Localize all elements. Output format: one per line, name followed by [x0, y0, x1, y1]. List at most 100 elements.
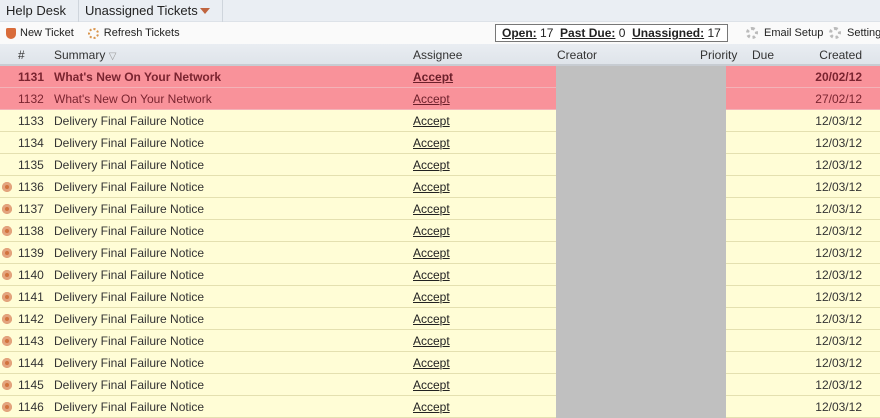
breadcrumb-help-desk[interactable]: Help Desk — [0, 0, 79, 22]
accept-link[interactable]: Accept — [413, 180, 450, 194]
accept-link[interactable]: Accept — [413, 400, 450, 414]
creator-cell — [556, 198, 726, 220]
creator-cell — [556, 264, 726, 286]
accept-link[interactable]: Accept — [413, 202, 450, 216]
status-dot-icon — [2, 402, 12, 412]
table-row[interactable]: 1139 Delivery Final Failure Notice Accept 1… — [0, 242, 880, 264]
accept-link[interactable]: Accept — [413, 312, 450, 326]
creator-cell — [556, 308, 726, 330]
ticket-summary[interactable]: Delivery Final Failure Notice — [54, 264, 204, 286]
creator-cell — [556, 110, 726, 132]
new-ticket-icon — [6, 27, 16, 39]
accept-link[interactable]: Accept — [413, 268, 450, 282]
ticket-summary[interactable]: Delivery Final Failure Notice — [54, 242, 204, 264]
created-date: 12/03/12 — [815, 378, 862, 392]
breadcrumb-label: Help Desk — [6, 2, 66, 18]
ticket-summary[interactable]: Delivery Final Failure Notice — [54, 110, 204, 132]
column-created[interactable]: Created — [819, 44, 862, 66]
creator-cell — [556, 374, 726, 396]
accept-link[interactable]: Accept — [413, 334, 450, 348]
ticket-counts: Open: 17 Past Due: 0 Unassigned: 17 — [495, 24, 728, 42]
table-row[interactable]: 1144 Delivery Final Failure Notice Accept 1… — [0, 352, 880, 374]
column-due[interactable]: Due — [752, 44, 774, 66]
table-row[interactable]: 1142 Delivery Final Failure Notice Accept 1… — [0, 308, 880, 330]
refresh-tickets-button[interactable]: Refresh Tickets — [87, 27, 180, 39]
created-date: 27/02/12 — [815, 92, 862, 106]
ticket-summary[interactable]: What's New On Your Network — [54, 88, 212, 110]
ticket-summary[interactable]: Delivery Final Failure Notice — [54, 308, 204, 330]
accept-link[interactable]: Accept — [413, 246, 450, 260]
accept-link[interactable]: Accept — [413, 290, 450, 304]
accept-link[interactable]: Accept — [413, 136, 450, 150]
created-date: 12/03/12 — [815, 202, 862, 216]
table-row[interactable]: 1136 Delivery Final Failure Notice Accept 1… — [0, 176, 880, 198]
status-dot-icon — [2, 204, 12, 214]
ticket-number: 1145 — [18, 378, 44, 392]
accept-link[interactable]: Accept — [413, 70, 453, 84]
open-link[interactable]: Open: — [502, 26, 537, 40]
past-due-link[interactable]: Past Due: — [560, 26, 615, 40]
table-row[interactable]: 1140 Delivery Final Failure Notice Accept 1… — [0, 264, 880, 286]
ticket-summary[interactable]: Delivery Final Failure Notice — [54, 396, 204, 418]
table-row[interactable]: 1132 What's New On Your Network Accept 27/0… — [0, 88, 880, 110]
creator-cell — [556, 286, 726, 308]
status-dot-icon — [2, 380, 12, 390]
column-priority[interactable]: Priority — [700, 44, 737, 66]
table-header: # Summary ▽ Assignee Creator Priority Du… — [0, 44, 880, 66]
breadcrumb-unassigned-tickets[interactable]: Unassigned Tickets — [79, 0, 223, 22]
ticket-summary[interactable]: Delivery Final Failure Notice — [54, 286, 204, 308]
new-ticket-button[interactable]: New Ticket — [6, 27, 74, 39]
table-row[interactable]: 1137 Delivery Final Failure Notice Accept 1… — [0, 198, 880, 220]
ticket-summary[interactable]: Delivery Final Failure Notice — [54, 154, 204, 176]
email-setup-button[interactable]: Email Setup — [746, 22, 823, 44]
accept-link[interactable]: Accept — [413, 378, 450, 392]
caret-down-icon — [199, 8, 210, 15]
created-date: 12/03/12 — [815, 356, 862, 370]
column-creator[interactable]: Creator — [557, 44, 597, 66]
creator-cell — [556, 220, 726, 242]
created-date: 12/03/12 — [815, 312, 862, 326]
ticket-summary[interactable]: Delivery Final Failure Notice — [54, 330, 204, 352]
accept-link[interactable]: Accept — [413, 92, 450, 106]
creator-cell — [556, 176, 726, 198]
ticket-number: 1141 — [18, 290, 44, 304]
table-row[interactable]: 1141 Delivery Final Failure Notice Accept 1… — [0, 286, 880, 308]
status-dot-icon — [2, 336, 12, 346]
created-date: 12/03/12 — [815, 246, 862, 260]
gear-icon — [746, 27, 758, 39]
column-assignee[interactable]: Assignee — [413, 44, 462, 66]
accept-link[interactable]: Accept — [413, 114, 450, 128]
table-row[interactable]: 1131 What's New On Your Network Accept 20/0… — [0, 66, 880, 88]
table-row[interactable]: 1146 Delivery Final Failure Notice Accept 1… — [0, 396, 880, 418]
table-row[interactable]: 1145 Delivery Final Failure Notice Accept 1… — [0, 374, 880, 396]
ticket-number: 1133 — [18, 114, 44, 128]
settings-button[interactable]: Settings — [829, 22, 880, 44]
table-row[interactable]: 1138 Delivery Final Failure Notice Accept 1… — [0, 220, 880, 242]
ticket-summary[interactable]: Delivery Final Failure Notice — [54, 176, 204, 198]
accept-link[interactable]: Accept — [413, 224, 450, 238]
ticket-number: 1143 — [18, 334, 44, 348]
ticket-summary[interactable]: Delivery Final Failure Notice — [54, 374, 204, 396]
table-row[interactable]: 1135 Delivery Final Failure Notice Accept 1… — [0, 154, 880, 176]
table-row[interactable]: 1143 Delivery Final Failure Notice Accept 1… — [0, 330, 880, 352]
ticket-summary[interactable]: Delivery Final Failure Notice — [54, 198, 204, 220]
ticket-summary[interactable]: Delivery Final Failure Notice — [54, 220, 204, 242]
status-dot-icon — [2, 182, 12, 192]
accept-link[interactable]: Accept — [413, 158, 450, 172]
column-summary[interactable]: Summary ▽ — [54, 44, 116, 68]
table-row[interactable]: 1134 Delivery Final Failure Notice Accept 1… — [0, 132, 880, 154]
past-due-count: 0 — [618, 26, 626, 40]
refresh-label: Refresh Tickets — [103, 27, 180, 39]
accept-link[interactable]: Accept — [413, 356, 450, 370]
created-date: 12/03/12 — [815, 114, 862, 128]
unassigned-link[interactable]: Unassigned: — [632, 26, 704, 40]
table-row[interactable]: 1133 Delivery Final Failure Notice Accept 1… — [0, 110, 880, 132]
creator-cell — [556, 66, 726, 88]
new-ticket-label: New Ticket — [20, 27, 74, 39]
status-dot-icon — [2, 314, 12, 324]
sort-down-icon: ▽ — [108, 51, 117, 62]
ticket-summary[interactable]: Delivery Final Failure Notice — [54, 352, 204, 374]
column-number[interactable]: # — [18, 44, 25, 66]
ticket-summary[interactable]: Delivery Final Failure Notice — [54, 132, 204, 154]
ticket-summary[interactable]: What's New On Your Network — [54, 66, 221, 88]
